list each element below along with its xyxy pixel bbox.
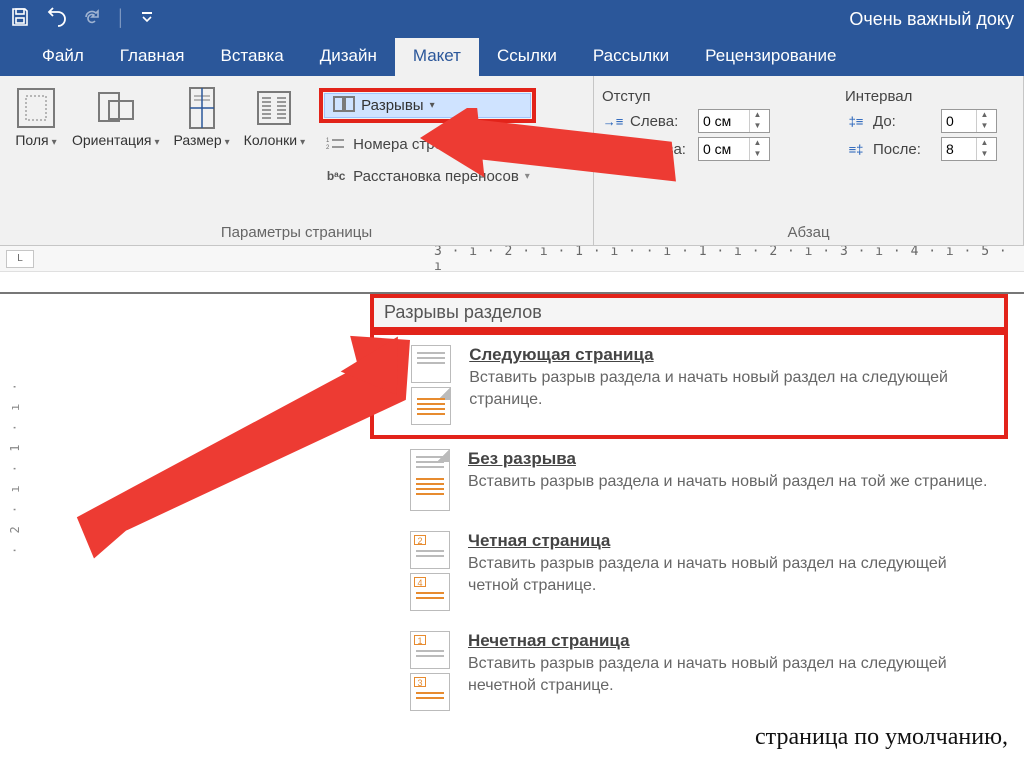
columns-icon [252, 86, 296, 130]
dropdown-section-header: Разрывы разделов [370, 294, 1008, 331]
spacing-after-icon: ≡‡ [845, 142, 867, 157]
page-icon: 3 [410, 673, 450, 711]
breaks-icon [333, 96, 355, 115]
tab-mailings[interactable]: Рассылки [575, 38, 687, 76]
redo-icon[interactable] [82, 7, 102, 32]
breaks-label: Разрывы [361, 97, 423, 114]
svg-text:2: 2 [326, 145, 330, 151]
orientation-button[interactable]: Ориентация [66, 82, 166, 187]
svg-text:1: 1 [326, 138, 330, 144]
ribbon: Поля Ориентация Размер Колонки [0, 76, 1024, 246]
margins-label: Поля [15, 132, 56, 148]
spacing-before-icon: ‡≡ [845, 114, 867, 129]
titlebar: │ Очень важный доку [0, 0, 1024, 38]
spacing-title: Интервал [845, 88, 1015, 105]
hyphenation-button[interactable]: bᵃc Расстановка переносов ▾ [319, 165, 536, 187]
orientation-label: Ориентация [72, 132, 160, 148]
size-label: Размер [174, 132, 230, 148]
hyphenation-icon: bᵃc [325, 167, 347, 185]
spacing-before-label: До: [873, 113, 935, 130]
indent-title: Отступ [602, 88, 827, 105]
indent-left-icon: →≡ [602, 114, 624, 129]
tab-home[interactable]: Главная [102, 38, 203, 76]
horizontal-ruler[interactable]: L 3 · ı · 2 · ı · 1 · ı · · ı · 1 · ı · … [0, 246, 1024, 272]
group-paragraph: Отступ →≡ Слева: ▲▼ ≡← Справа: ▲▼ Интерв… [594, 76, 1024, 245]
breaks-highlight: Разрывы ▾ [319, 88, 536, 123]
group-page-setup: Поля Ориентация Размер Колонки [0, 76, 594, 245]
item-icons [411, 345, 451, 425]
document-title: Очень важный доку [849, 9, 1014, 30]
margins-icon [14, 86, 58, 130]
tab-selector[interactable]: L [6, 250, 34, 268]
tab-layout[interactable]: Макет [395, 38, 479, 76]
selection-marker-icon: ▶ [384, 378, 393, 392]
indent-left-label: Слева: [630, 113, 692, 130]
page-icon: 2 [410, 531, 450, 569]
item-desc: Вставить разрыв раздела и начать новый р… [468, 471, 987, 493]
page-icon [411, 345, 451, 383]
qat-customize-icon[interactable] [140, 10, 154, 29]
hyphenation-label: Расстановка переносов [353, 168, 519, 185]
spacing-block: Интервал ‡≡ До: ▲▼ ≡‡ После: ▲▼ [845, 82, 1015, 165]
ruler-numbers: 3 · ı · 2 · ı · 1 · ı · · ı · 1 · ı · 2 … [434, 244, 1024, 274]
page-icon: 4 [410, 573, 450, 611]
item-desc: Вставить разрыв раздела и начать новый р… [468, 653, 988, 696]
item-icons: 2 4 [410, 531, 450, 611]
dropdown-item-even-page[interactable]: 2 4 Четная страница Вставить разрыв разд… [370, 521, 1008, 621]
dropdown-item-odd-page[interactable]: 1 3 Нечетная страница Вставить разрыв ра… [370, 621, 1008, 721]
columns-label: Колонки [244, 132, 305, 148]
indent-right-icon: ≡← [602, 142, 624, 157]
indent-right-spinner[interactable]: ▲▼ [698, 137, 770, 161]
tab-review[interactable]: Рецензирование [687, 38, 854, 76]
spacing-after-input[interactable] [942, 138, 976, 160]
spacing-after-spinner[interactable]: ▲▼ [941, 137, 997, 161]
margins-button[interactable]: Поля [8, 82, 64, 187]
line-numbers-icon: 12 [325, 135, 347, 153]
tab-references[interactable]: Ссылки [479, 38, 575, 76]
item-title: Следующая страница [469, 345, 989, 365]
spacing-before-input[interactable] [942, 110, 976, 132]
indent-left-spinner[interactable]: ▲▼ [698, 109, 770, 133]
document-area: · 2 · ı · 1 · ı · Разрывы разделов ▶ Сле… [0, 292, 1024, 757]
tab-design[interactable]: Дизайн [302, 38, 395, 76]
line-numbers-button[interactable]: 12 Номера строк ▾ [319, 133, 536, 155]
item-desc: Вставить разрыв раздела и начать новый р… [468, 553, 988, 596]
item-icons: 1 3 [410, 631, 450, 711]
columns-button[interactable]: Колонки [238, 82, 311, 187]
tab-insert[interactable]: Вставка [203, 38, 302, 76]
page-icon [411, 387, 451, 425]
breaks-button[interactable]: Разрывы ▾ [324, 93, 531, 118]
spacing-before-spinner[interactable]: ▲▼ [941, 109, 997, 133]
spacing-after-label: После: [873, 141, 935, 158]
dropdown-item-next-page[interactable]: ▶ Следующая страница Вставить разрыв раз… [370, 331, 1008, 439]
item-title: Без разрыва [468, 449, 987, 469]
ribbon-tabs: Файл Главная Вставка Дизайн Макет Ссылки… [0, 38, 1024, 76]
size-button[interactable]: Размер [168, 82, 236, 187]
save-icon[interactable] [10, 7, 30, 32]
indent-left-input[interactable] [699, 110, 749, 132]
item-title: Нечетная страница [468, 631, 988, 651]
dropdown-item-continuous[interactable]: Без разрыва Вставить разрыв раздела и на… [370, 439, 1008, 521]
item-desc: Вставить разрыв раздела и начать новый р… [469, 367, 989, 410]
document-body-text: страница по умолчанию, [755, 724, 1008, 751]
tab-file[interactable]: Файл [24, 38, 102, 76]
size-icon [180, 86, 224, 130]
qat-separator: │ [116, 10, 126, 28]
undo-icon[interactable] [44, 7, 68, 32]
orientation-icon [94, 86, 138, 130]
page-setup-group-label: Параметры страницы [0, 224, 593, 241]
page-icon: 1 [410, 631, 450, 669]
indent-right-input[interactable] [699, 138, 749, 160]
indent-right-label: Справа: [630, 141, 692, 158]
paragraph-group-label: Абзац [594, 224, 1023, 241]
line-numbers-label: Номера строк [353, 136, 449, 153]
page-icon [410, 449, 450, 511]
indent-block: Отступ →≡ Слева: ▲▼ ≡← Справа: ▲▼ [602, 82, 827, 165]
vertical-ruler[interactable]: · 2 · ı · 1 · ı · [4, 354, 26, 554]
breaks-dropdown: Разрывы разделов ▶ Следующая страница Вс… [370, 294, 1008, 721]
item-title: Четная страница [468, 531, 988, 551]
item-icons [410, 449, 450, 511]
